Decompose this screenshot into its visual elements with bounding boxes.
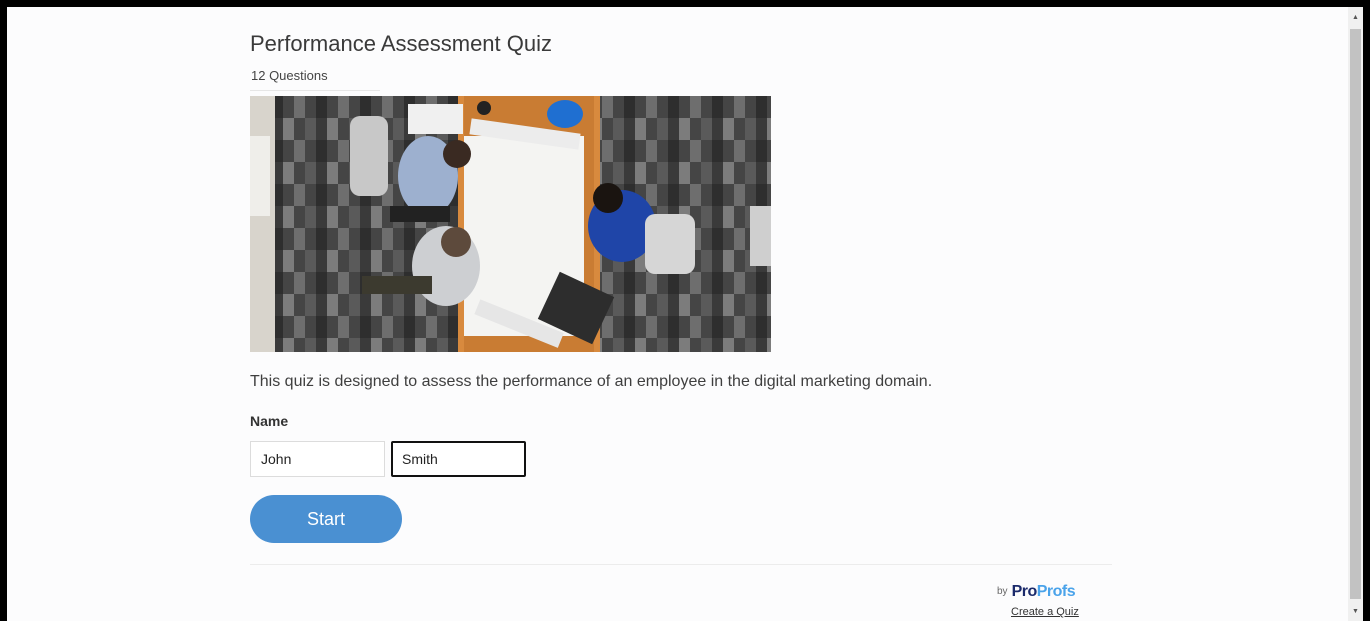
triangle-down-icon[interactable]: ▼	[1348, 605, 1363, 619]
brand-by-text: by	[997, 586, 1008, 597]
last-name-input[interactable]	[391, 441, 526, 477]
title-divider	[250, 90, 380, 91]
first-name-input[interactable]	[250, 441, 385, 477]
create-quiz-link[interactable]: Create a Quiz	[1011, 606, 1079, 618]
quiz-title: Performance Assessment Quiz	[250, 31, 553, 56]
scrollbar-thumb[interactable]	[1350, 29, 1361, 599]
brand-profs-text: Profs	[1036, 583, 1076, 600]
footer-divider	[250, 564, 1112, 565]
quiz-description: This quiz is designed to assess the perf…	[250, 373, 933, 390]
brand-pro-text: Pro	[1011, 583, 1038, 600]
start-button[interactable]: Start	[250, 495, 402, 543]
vertical-scrollbar[interactable]: ▲ ▼	[1348, 7, 1363, 621]
office-meeting-illustration	[250, 96, 771, 352]
name-label: Name	[250, 413, 289, 429]
proprofs-logo[interactable]: by ProProfs	[997, 583, 1076, 601]
quiz-cover-image	[250, 96, 771, 352]
triangle-up-icon[interactable]: ▲	[1348, 11, 1363, 25]
browser-viewport: Performance Assessment Quiz 12 Questions	[7, 7, 1363, 621]
question-count: 12 Questions	[251, 68, 328, 83]
